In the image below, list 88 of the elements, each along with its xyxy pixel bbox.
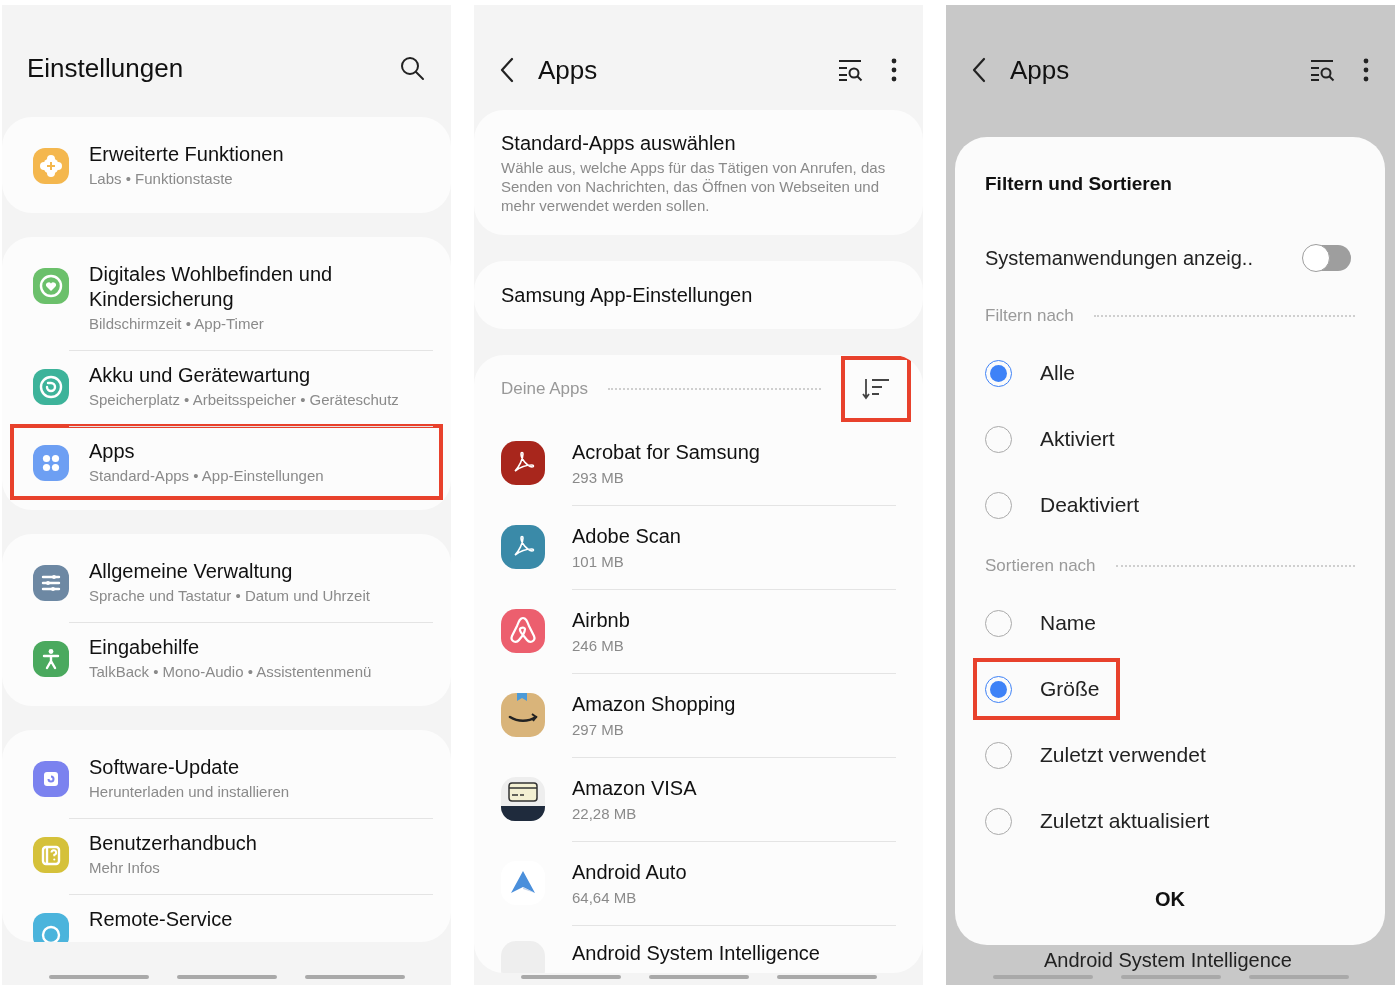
screen-title: Apps [1010, 53, 1071, 87]
item-title: Remote-Service [89, 907, 234, 932]
app-item[interactable]: Amazon VISA 22,28 MB [474, 757, 923, 841]
loop-icon [501, 609, 545, 653]
more-icon[interactable] [891, 58, 897, 82]
ok-button[interactable]: OK [1135, 874, 1205, 924]
settings-item[interactable]: Akku und Gerätewartung Speicherplatz • Arbeitsspeicher • Geräteschutz [10, 348, 443, 424]
radio-option[interactable]: Alle [973, 342, 1096, 404]
pdf-icon [501, 525, 545, 569]
item-subtitle: Labs • Funktionstaste [89, 169, 234, 188]
app-name: Airbnb [572, 607, 630, 633]
toggle-label: Systemanwendungen anzeig.. [985, 246, 1253, 271]
screen-title: Einstellungen [27, 51, 184, 85]
app-size: 64,64 MB [572, 887, 638, 907]
item-subtitle: Mehr Infos [89, 858, 161, 877]
app-item[interactable]: Adobe Scan 101 MB [474, 505, 923, 589]
app-size: 246 MB [572, 635, 625, 655]
item-subtitle: Herunterladen und installieren [89, 782, 291, 801]
settings-item[interactable]: Allgemeine Verwaltung Sprache und Tastatur • Datum und Uhrzeit [10, 544, 443, 620]
settings-item[interactable]: Software-Update Herunterladen und installieren [10, 740, 443, 816]
settings-item[interactable]: Erweiterte Funktionen Labs • Funktionstaste [10, 127, 443, 203]
radio-option[interactable]: Größe [973, 658, 1120, 720]
item-title: Eingabehilfe [89, 635, 201, 660]
app-size: 22,28 MB [572, 803, 638, 823]
app-size: 297 MB [572, 719, 625, 739]
option-label: Alle [1040, 360, 1076, 387]
app-item[interactable]: Android System Intelligence [474, 925, 923, 973]
card-title: Samsung App-Einstellungen [501, 282, 754, 308]
smile-box-icon [501, 693, 545, 737]
radio-option[interactable]: Name [973, 592, 1117, 654]
settings-item[interactable]: Benutzerhandbuch Mehr Infos [10, 816, 443, 892]
section-label: Deine Apps [501, 378, 588, 401]
app-name: Amazon Shopping [572, 691, 736, 717]
item-subtitle: Sprache und Tastatur • Datum und Uhrzeit [89, 586, 371, 605]
option-label: Name [1040, 610, 1097, 637]
search-icon[interactable] [399, 55, 425, 81]
item-title: Benutzerhandbuch [89, 831, 258, 856]
item-title: Software-Update [89, 755, 241, 780]
settings-item[interactable]: Apps Standard-Apps • App-Einstellungen [10, 424, 443, 500]
card-title: Standard-Apps auswählen [501, 130, 737, 156]
item-title: Erweiterte Funktionen [89, 142, 285, 167]
option-label: Deaktiviert [1040, 492, 1140, 519]
app-name: Amazon VISA [572, 775, 697, 801]
app-size: 293 MB [572, 467, 625, 487]
pdf-icon [501, 441, 545, 485]
option-label: Größe [1040, 676, 1100, 703]
app-name: Adobe Scan [572, 523, 681, 549]
item-title: Digitales Wohlbefinden und Kindersicherung [89, 262, 334, 312]
app-item[interactable]: Acrobat for Samsung 293 MB [474, 421, 923, 505]
toggle-switch[interactable] [1303, 245, 1351, 271]
settings-item[interactable]: Eingabehilfe TalkBack • Mono-Audio • Assistentenmenü [10, 620, 443, 696]
sort-button[interactable] [841, 356, 911, 422]
item-title: Allgemeine Verwaltung [89, 559, 294, 584]
radio-option[interactable]: Zuletzt aktualisiert [973, 790, 1230, 852]
item-title: Apps [89, 439, 136, 464]
item-title: Akku und Gerätewartung [89, 363, 312, 388]
app-item[interactable]: Android Auto 64,64 MB [474, 841, 923, 925]
settings-card[interactable]: Samsung App-Einstellungen [474, 261, 923, 329]
radio-option[interactable]: Zuletzt verwendet [973, 724, 1226, 786]
option-label: Zuletzt aktualisiert [1040, 808, 1210, 835]
option-label: Zuletzt verwendet [1040, 742, 1206, 769]
app-item[interactable]: Amazon Shopping 297 MB [474, 673, 923, 757]
app-name: Acrobat for Samsung [572, 439, 760, 465]
more-icon[interactable] [1363, 58, 1369, 82]
filter-search-icon[interactable] [1309, 58, 1337, 82]
sort-icon [862, 377, 890, 401]
section-label: Filtern nach [985, 305, 1074, 328]
card-icon [501, 777, 545, 821]
settings-card[interactable]: Standard-Apps auswählen Wähle aus, welche Apps für das Tätigen von Anrufen, das Senden von Nachrichten, das Öffnen von Webseiten und mehr verwendet werden sollen. [474, 110, 923, 235]
item-subtitle: Bildschirmzeit • App-Timer [89, 314, 265, 333]
settings-item[interactable]: Remote-Service [10, 892, 443, 942]
item-subtitle: Speicherplatz • Arbeitsspeicher • Geräteschutz [89, 390, 400, 409]
app-name: Android System Intelligence [1044, 949, 1292, 971]
item-subtitle: TalkBack • Mono-Audio • Assistentenmenü [89, 662, 373, 681]
sheet-title: Filtern und Sortieren [985, 172, 1173, 196]
item-subtitle: Standard-Apps • App-Einstellungen [89, 466, 325, 485]
section-label: Sortieren nach [985, 555, 1096, 578]
screen-title: Apps [538, 53, 599, 87]
app-name: Android Auto [572, 859, 687, 885]
app-size: 101 MB [572, 551, 625, 571]
filter-search-icon[interactable] [837, 58, 865, 82]
radio-option[interactable]: Deaktiviert [973, 474, 1160, 536]
app-name: Android System Intelligence [572, 941, 820, 966]
settings-item[interactable]: Digitales Wohlbefinden und Kindersicherung Bildschirmzeit • App-Timer [10, 247, 443, 348]
option-label: Aktiviert [1040, 426, 1115, 453]
app-item[interactable]: Airbnb 246 MB [474, 589, 923, 673]
radio-option[interactable]: Aktiviert [973, 408, 1135, 470]
card-subtitle: Wähle aus, welche Apps für das Tätigen von Anrufen, das Senden von Nachrichten, das Öffnen von Webseiten und mehr verwendet werden sollen. [501, 157, 887, 215]
